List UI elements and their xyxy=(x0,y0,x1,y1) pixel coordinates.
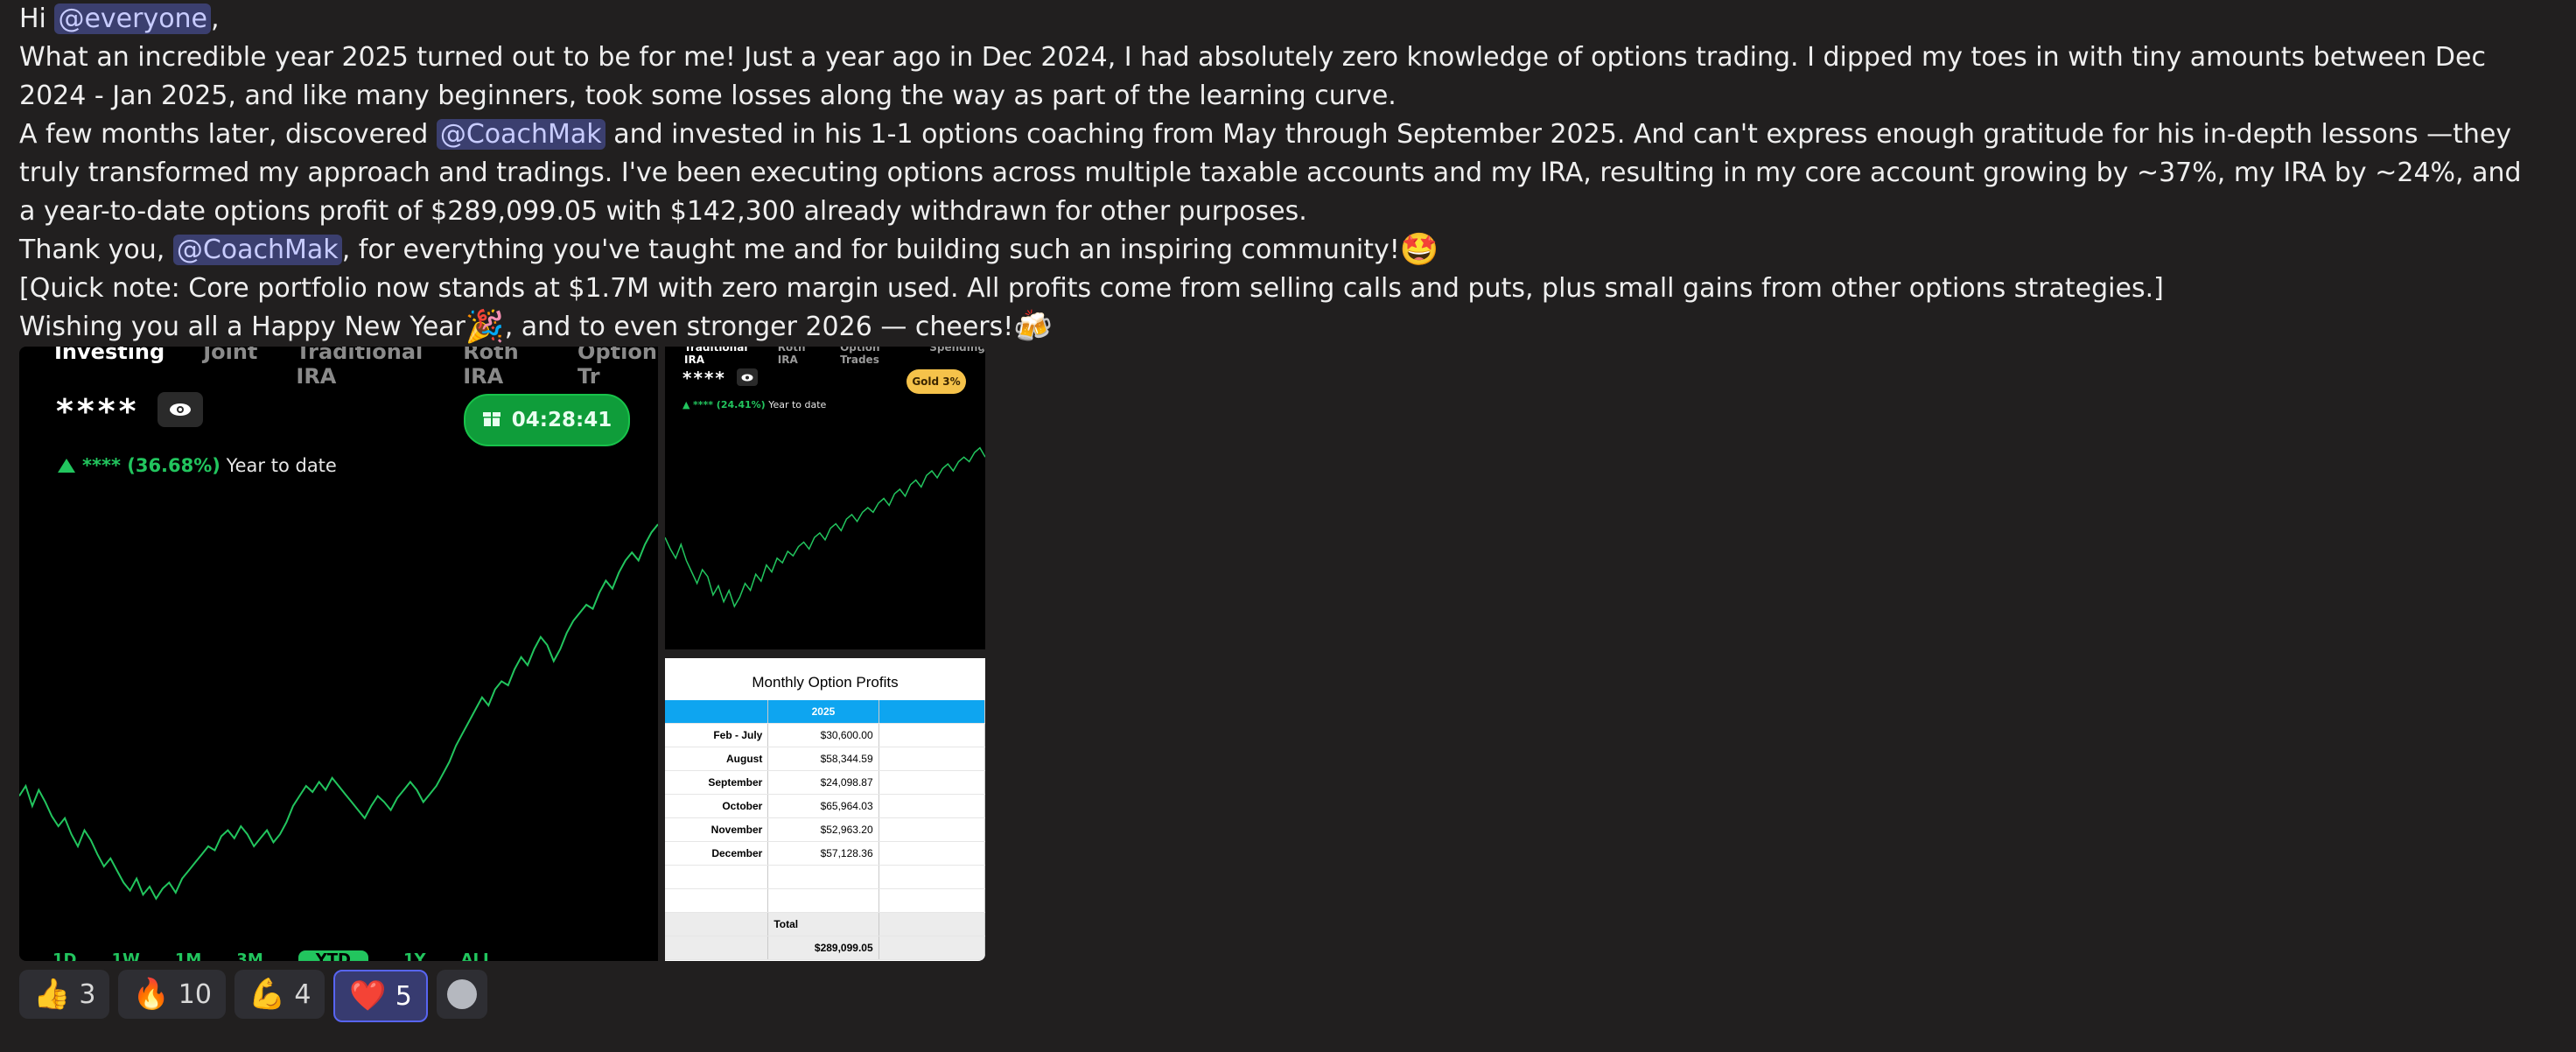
add-reaction-button[interactable] xyxy=(436,970,487,1019)
account-tabs: Investing Joint Traditional IRA Roth IRA… xyxy=(54,347,658,389)
tab-traditional-ira-small: Traditional IRA xyxy=(684,347,748,366)
ira-line-chart xyxy=(665,446,985,608)
reaction-count: 3 xyxy=(79,978,96,1010)
reaction-fire[interactable]: 🔥 10 xyxy=(118,970,226,1019)
table-row: September $24,098.87 xyxy=(665,770,985,795)
range-1d[interactable]: 1D xyxy=(52,950,76,961)
eye-icon-small xyxy=(737,368,758,386)
thumbs-up-icon: 👍 xyxy=(33,977,71,1012)
quick-note-line: [Quick note: Core portfolio now stands a… xyxy=(19,273,2164,304)
table-row-empty xyxy=(665,865,985,889)
gold-badge: Gold 3% xyxy=(906,369,966,394)
message-body: Hi @everyone, What an incredible year 20… xyxy=(19,0,2539,347)
paragraph-coaching: A few months later, discovered @CoachMak… xyxy=(19,119,2522,227)
gift-icon xyxy=(482,408,501,432)
balance-masked: **** xyxy=(56,392,140,431)
total-value-row: $289,099.05 xyxy=(665,936,985,960)
mention-coachmak-2[interactable]: @CoachMak xyxy=(172,235,342,265)
mention-everyone[interactable]: @everyone xyxy=(54,4,212,34)
up-arrow-icon xyxy=(58,459,75,473)
reaction-count: 5 xyxy=(395,980,412,1012)
tab-option-trades: Option Tr xyxy=(578,347,657,389)
thanks-line: Thank you, @CoachMak, for everything you… xyxy=(19,232,1439,268)
table-title: Monthly Option Profits xyxy=(752,674,899,691)
reaction-count: 10 xyxy=(178,978,212,1010)
reactions-bar: 👍 3 🔥 10 💪 4 ❤️ 5 xyxy=(19,970,487,1022)
tab-traditional-ira: Traditional IRA xyxy=(296,347,424,389)
year-header: 2025 xyxy=(767,700,879,724)
flexed-biceps-icon: 💪 xyxy=(248,977,286,1012)
investing-series-line xyxy=(19,523,658,901)
monthly-profits-screenshot[interactable]: Monthly Option Profits 2025 Feb - July $3… xyxy=(665,658,985,961)
range-all[interactable]: ALL xyxy=(461,950,494,961)
table-row: December $57,128.36 xyxy=(665,841,985,866)
table-row: November $52,963.20 xyxy=(665,817,985,842)
star-struck-emoji-icon: 🤩 xyxy=(1399,232,1439,268)
table-row: Feb - July $30,600.00 xyxy=(665,723,985,747)
reaction-count: 4 xyxy=(294,978,312,1010)
add-reaction-icon xyxy=(446,979,477,1009)
table-row: August $58,344.59 xyxy=(665,747,985,771)
total-label: Total xyxy=(767,912,879,936)
timer-text: 04:28:41 xyxy=(511,409,612,431)
red-heart-icon: ❤️ xyxy=(349,978,387,1013)
tab-joint: Joint xyxy=(203,347,258,364)
total-value: $289,099.05 xyxy=(767,936,879,960)
total-label-row: Total xyxy=(665,912,985,936)
ira-account-tabs: Traditional IRA Roth IRA Option Trades S… xyxy=(684,347,985,366)
reaction-thumbs-up[interactable]: 👍 3 xyxy=(19,970,110,1019)
range-1w[interactable]: 1W xyxy=(111,950,139,961)
tab-investing: Investing xyxy=(54,347,165,364)
range-1y[interactable]: 1Y xyxy=(403,950,426,961)
up-arrow-icon-small: ▲ xyxy=(682,399,690,410)
fire-icon: 🔥 xyxy=(132,977,170,1012)
table-row-empty xyxy=(665,888,985,913)
ira-balance-masked: **** xyxy=(682,368,726,389)
wish-line: Wishing you all a Happy New Year🎉, and t… xyxy=(19,309,1054,345)
timer-badge: 04:28:41 xyxy=(464,394,630,446)
paragraph-intro: What an incredible year 2025 turned out … xyxy=(19,42,2486,111)
party-popper-emoji-icon: 🎉 xyxy=(465,309,505,345)
investing-line-chart xyxy=(19,523,658,901)
image-attachments: Investing Joint Traditional IRA Roth IRA… xyxy=(19,347,985,961)
range-1m[interactable]: 1M xyxy=(175,950,201,961)
eye-icon xyxy=(158,392,203,427)
beer-mugs-emoji-icon: 🍻 xyxy=(1013,309,1054,345)
range-ytd[interactable]: YTD xyxy=(298,950,368,961)
table-row: October $65,964.03 xyxy=(665,794,985,818)
ira-ytd-change: ▲ **** (24.41%) Year to date xyxy=(682,399,827,410)
reaction-red-heart[interactable]: ❤️ 5 xyxy=(333,970,428,1022)
tab-roth-ira: Roth IRA xyxy=(463,347,519,389)
profits-table: 2025 Feb - July $30,600.00 August $58,344.… xyxy=(665,700,985,960)
range-selector: 1D 1W 1M 3M YTD 1Y ALL xyxy=(52,950,493,961)
greeting-line: Hi @everyone, xyxy=(19,4,220,34)
tab-option-trades-small: Option Trades xyxy=(840,347,880,366)
mention-coachmak[interactable]: @CoachMak xyxy=(436,119,606,150)
tab-spending-small: Spending xyxy=(929,347,985,354)
tab-roth-ira-small: Roth IRA xyxy=(777,347,806,366)
ira-screenshot[interactable]: Traditional IRA Roth IRA Option Trades S… xyxy=(665,347,985,649)
ira-series-line xyxy=(665,446,985,608)
ytd-change: **** (36.68%) Year to date xyxy=(58,455,337,476)
range-3m[interactable]: 3M xyxy=(236,950,262,961)
reaction-flexed-biceps[interactable]: 💪 4 xyxy=(234,970,326,1019)
investing-screenshot[interactable]: Investing Joint Traditional IRA Roth IRA… xyxy=(19,347,658,961)
table-header-row: 2025 xyxy=(665,700,985,724)
